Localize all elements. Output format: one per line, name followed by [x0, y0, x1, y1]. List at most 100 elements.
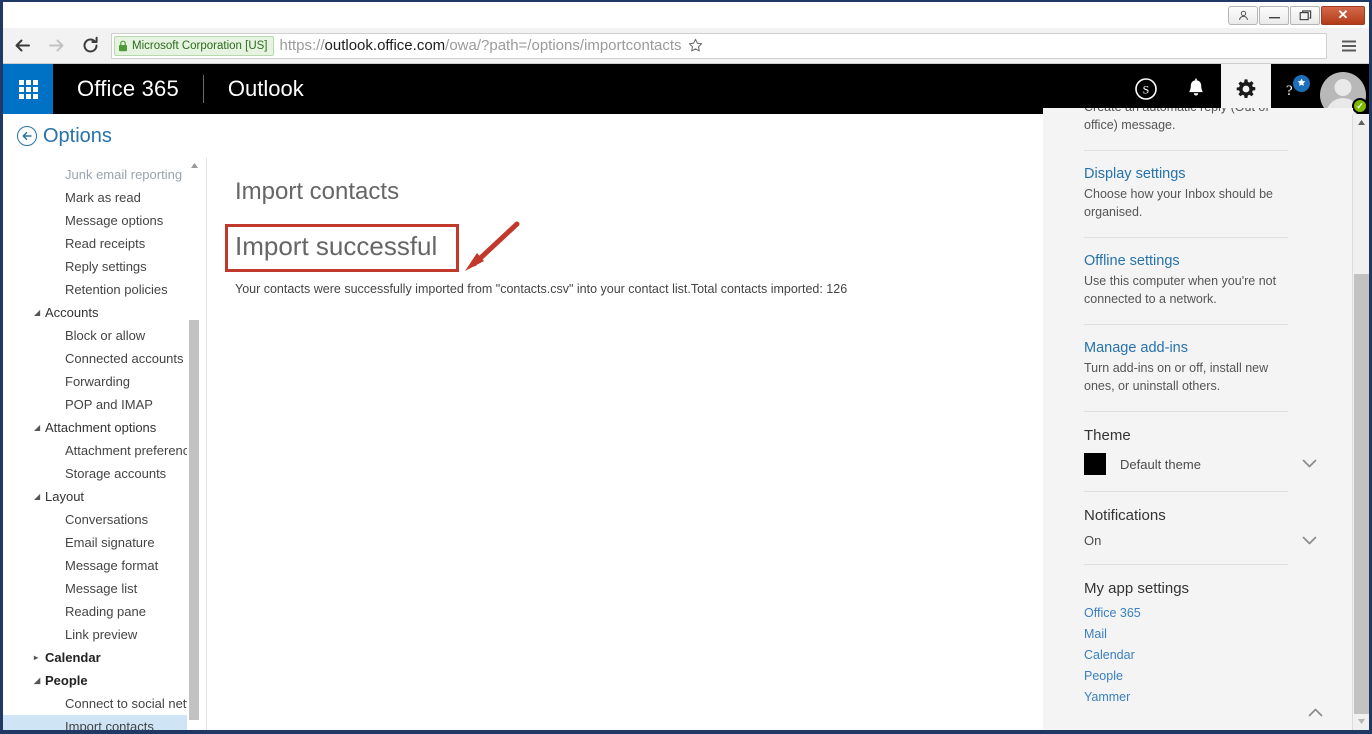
panel-divider: [1084, 324, 1288, 325]
brand-label[interactable]: Office 365: [53, 76, 203, 102]
sidebar-item-label: POP and IMAP: [65, 397, 153, 412]
page-scroll-up-arrow[interactable]: [1353, 114, 1369, 131]
sidebar-item-email-signature[interactable]: Email signature: [3, 531, 191, 554]
sidebar-item-layout[interactable]: ◢ Layout: [3, 485, 191, 508]
site-security-badge[interactable]: Microsoft Corporation [US]: [114, 35, 274, 56]
back-to-mail-icon[interactable]: [17, 126, 37, 146]
display-settings-link[interactable]: Display settings: [1084, 166, 1301, 182]
suite-header: Office 365 Outlook S ? ✓: [3, 64, 1369, 118]
app-setting-link-yammer[interactable]: Yammer: [1084, 690, 1301, 704]
user-account-button[interactable]: [1228, 5, 1258, 25]
sidebar-item-connect-to-social-networ[interactable]: Connect to social networ: [3, 692, 191, 715]
chevron-down-icon[interactable]: [1302, 455, 1317, 473]
app-setting-link-calendar[interactable]: Calendar: [1084, 648, 1301, 662]
sidebar-item-link-preview[interactable]: Link preview: [3, 623, 191, 646]
sidebar-item-block-or-allow[interactable]: Block or allow: [3, 324, 191, 347]
sidebar-item-message-format[interactable]: Message format: [3, 554, 191, 577]
sidebar-item-attachment-options[interactable]: ◢ Attachment options: [3, 416, 191, 439]
url-domain: outlook.office.com: [324, 37, 446, 54]
collapsed-triangle-icon[interactable]: ▸: [34, 646, 38, 669]
sidebar-item-retention-policies[interactable]: Retention policies: [3, 278, 191, 301]
forward-button[interactable]: [41, 31, 71, 61]
sidebar-item-conversations[interactable]: Conversations: [3, 508, 191, 531]
sidebar-item-calendar[interactable]: ▸ Calendar: [3, 646, 191, 669]
sidebar-item-pop-and-imap[interactable]: POP and IMAP: [3, 393, 191, 416]
collapse-panel-chevron-icon[interactable]: [1308, 704, 1323, 722]
annotation-arrow-icon: [465, 221, 520, 271]
page-title: Options: [43, 124, 112, 147]
offline-settings-link[interactable]: Offline settings: [1084, 253, 1301, 269]
sidebar-item-message-list[interactable]: Message list: [3, 577, 191, 600]
sidebar-item-connected-accounts[interactable]: Connected accounts: [3, 347, 191, 370]
sidebar-item-label: Link preview: [65, 627, 138, 642]
lock-icon: [119, 40, 127, 51]
bookmark-star-icon[interactable]: [682, 31, 710, 61]
avatar[interactable]: ✓: [1317, 64, 1369, 118]
avatar-head: [1334, 79, 1352, 96]
import-contacts-pane: Import contacts Import successful Your c…: [208, 158, 1043, 730]
app-launcher-icon[interactable]: [3, 64, 53, 114]
sidebar-item-label: Storage accounts: [65, 466, 167, 481]
theme-heading: Theme: [1084, 427, 1131, 444]
minimize-button[interactable]: [1259, 5, 1289, 25]
app-setting-link-mail[interactable]: Mail: [1084, 627, 1301, 641]
url-text: https://outlook.office.com/owa/?path=/op…: [280, 37, 682, 54]
sidebar-item-reading-pane[interactable]: Reading pane: [3, 600, 191, 623]
skype-icon[interactable]: S: [1121, 64, 1171, 114]
settings-section-offline-settings: Offline settings Use this computer when y…: [1043, 253, 1329, 308]
expanded-triangle-icon[interactable]: ◢: [34, 485, 40, 508]
restore-button[interactable]: [1290, 5, 1320, 25]
sidebar-scroll-thumb[interactable]: [189, 320, 199, 720]
app-setting-link-office-365[interactable]: Office 365: [1084, 606, 1301, 620]
sidebar-item-forwarding[interactable]: Forwarding: [3, 370, 191, 393]
sidebar-item-import-contacts[interactable]: Import contacts: [3, 715, 191, 730]
sidebar-item-junk-email-reporting[interactable]: Junk email reporting: [3, 163, 191, 186]
close-button[interactable]: ✕: [1321, 5, 1365, 25]
app-setting-link-people[interactable]: People: [1084, 669, 1301, 683]
sidebar-scrollbar[interactable]: [187, 158, 201, 730]
sidebar-item-read-receipts[interactable]: Read receipts: [3, 232, 191, 255]
sidebar-item-attachment-preference[interactable]: Attachment preference: [3, 439, 191, 462]
theme-selector[interactable]: Default theme: [1084, 453, 1317, 475]
page-scroll-thumb[interactable]: [1354, 274, 1369, 714]
sidebar-item-label: Mark as read: [65, 190, 141, 205]
sidebar-item-label: Message list: [65, 581, 138, 596]
app-name-label[interactable]: Outlook: [204, 76, 304, 102]
options-sidebar: Junk email reporting Mark as read Message …: [3, 158, 207, 730]
options-sidebar-list: Junk email reporting Mark as read Message …: [3, 163, 191, 730]
sidebar-item-people[interactable]: ◢ People: [3, 669, 191, 692]
options-content: Junk email reporting Mark as read Message …: [3, 108, 1369, 730]
settings-section-automatic-replies: Automatic repliesCreate an automatic rep…: [1043, 108, 1329, 134]
sidebar-item-label: People: [45, 673, 88, 688]
sidebar-item-mark-as-read[interactable]: Mark as read: [3, 186, 191, 209]
settings-section-manage-add-ins: Manage add-ins Turn add-ins on or off, in…: [1043, 340, 1329, 395]
reload-button[interactable]: [75, 31, 105, 61]
notifications-bell-icon[interactable]: [1171, 64, 1221, 114]
settings-gear-icon[interactable]: [1221, 64, 1271, 114]
settings-side-panel-content: Automatic repliesCreate an automatic rep…: [1043, 108, 1329, 711]
expanded-triangle-icon[interactable]: ◢: [34, 416, 40, 439]
chevron-down-icon[interactable]: [1302, 532, 1317, 550]
window-title-bar: ✕: [3, 2, 1369, 28]
back-button[interactable]: [7, 31, 37, 61]
page-scrollbar[interactable]: [1352, 114, 1369, 730]
sidebar-scroll-up-arrow[interactable]: [187, 158, 201, 173]
notifications-heading: Notifications: [1084, 507, 1166, 524]
manage-add-ins-link[interactable]: Manage add-ins: [1084, 340, 1301, 356]
theme-color-swatch: [1084, 453, 1106, 475]
browser-menu-icon[interactable]: [1335, 31, 1363, 61]
sidebar-item-storage-accounts[interactable]: Storage accounts: [3, 462, 191, 485]
expanded-triangle-icon[interactable]: ◢: [34, 669, 40, 692]
sidebar-item-message-options[interactable]: Message options: [3, 209, 191, 232]
help-icon[interactable]: ?: [1271, 64, 1317, 114]
notifications-selector[interactable]: On: [1084, 533, 1317, 548]
address-bar[interactable]: Microsoft Corporation [US] https://outlo…: [111, 31, 1327, 61]
sidebar-item-label: Message options: [65, 213, 164, 228]
expanded-triangle-icon[interactable]: ◢: [34, 301, 40, 324]
sidebar-item-label: Block or allow: [65, 328, 146, 343]
svg-text:S: S: [1143, 83, 1150, 97]
sidebar-item-accounts[interactable]: ◢ Accounts: [3, 301, 191, 324]
sidebar-item-reply-settings[interactable]: Reply settings: [3, 255, 191, 278]
panel-divider: [1084, 411, 1288, 412]
page-scroll-down-arrow[interactable]: [1353, 713, 1369, 730]
